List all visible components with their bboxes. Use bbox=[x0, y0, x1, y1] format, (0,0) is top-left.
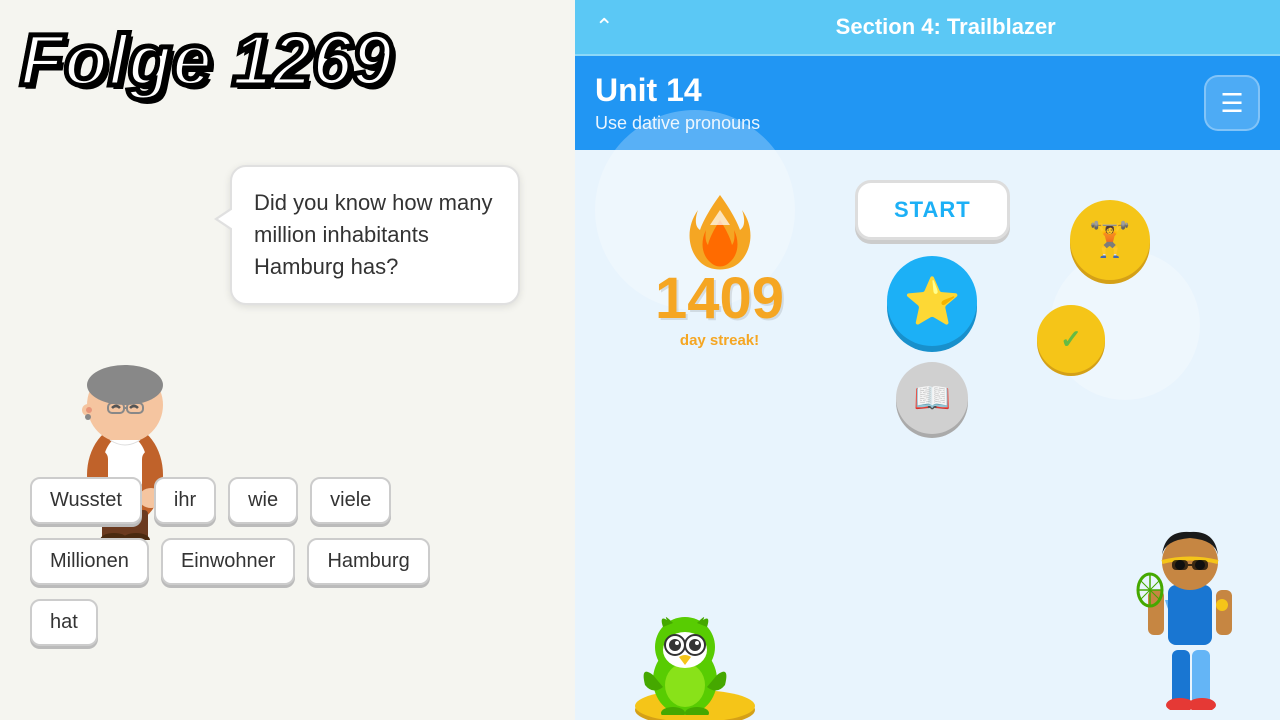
warrior-character bbox=[1130, 510, 1250, 710]
tile-millionen[interactable]: Millionen bbox=[30, 538, 149, 585]
unit-number: Unit 14 bbox=[595, 72, 760, 109]
coin-2: ✓ bbox=[1037, 305, 1105, 373]
left-panel: Folge 1269 bbox=[0, 0, 575, 720]
section-title: Section 4: Trailblazer bbox=[631, 14, 1260, 40]
notes-button[interactable]: ☰ bbox=[1204, 75, 1260, 131]
streak-label: day streak! bbox=[680, 332, 759, 349]
tile-row-3: hat bbox=[30, 599, 545, 646]
notes-icon: ☰ bbox=[1220, 88, 1243, 119]
section-header: ⌃ Section 4: Trailblazer bbox=[575, 0, 1280, 56]
tile-row-1: Wusstet ihr wie viele bbox=[30, 477, 545, 524]
collapse-button[interactable]: ⌃ bbox=[595, 14, 613, 40]
star-button[interactable]: ⭐ bbox=[887, 256, 977, 346]
star-icon: ⭐ bbox=[904, 274, 961, 329]
flame-icon bbox=[680, 190, 760, 280]
content-area: 1409 day streak! 🏋 ✓ START ⭐ 📖 bbox=[575, 150, 1280, 720]
check-icon: ✓ bbox=[1060, 324, 1082, 355]
book-button[interactable]: 📖 bbox=[896, 362, 968, 434]
right-panel: ⌃ Section 4: Trailblazer Unit 14 Use dat… bbox=[575, 0, 1280, 720]
start-button[interactable]: START bbox=[855, 180, 1010, 240]
streak-section: 1409 day streak! bbox=[655, 190, 784, 349]
duo-owl-section bbox=[635, 605, 735, 720]
start-area: START ⭐ 📖 bbox=[855, 180, 1010, 434]
duo-owl-illustration bbox=[635, 605, 735, 715]
tile-wie[interactable]: wie bbox=[228, 477, 298, 524]
speech-bubble: Did you know how many million inhabitant… bbox=[230, 165, 520, 305]
word-tiles-area: Wusstet ihr wie viele Millionen Einwohne… bbox=[30, 477, 545, 660]
tile-hat[interactable]: hat bbox=[30, 599, 98, 646]
tile-ihr[interactable]: ihr bbox=[154, 477, 216, 524]
bubble-text: Did you know how many million inhabitant… bbox=[254, 187, 496, 283]
tile-wusstet[interactable]: Wusstet bbox=[30, 477, 142, 524]
coin-1: 🏋 bbox=[1070, 200, 1150, 280]
tile-hamburg[interactable]: Hamburg bbox=[307, 538, 429, 585]
episode-title: Folge 1269 bbox=[20, 20, 392, 102]
dumbbell-icon: 🏋 bbox=[1089, 220, 1131, 260]
tile-viele[interactable]: viele bbox=[310, 477, 391, 524]
book-icon: 📖 bbox=[914, 381, 951, 416]
tile-einwohner[interactable]: Einwohner bbox=[161, 538, 296, 585]
tile-row-2: Millionen Einwohner Hamburg bbox=[30, 538, 545, 585]
